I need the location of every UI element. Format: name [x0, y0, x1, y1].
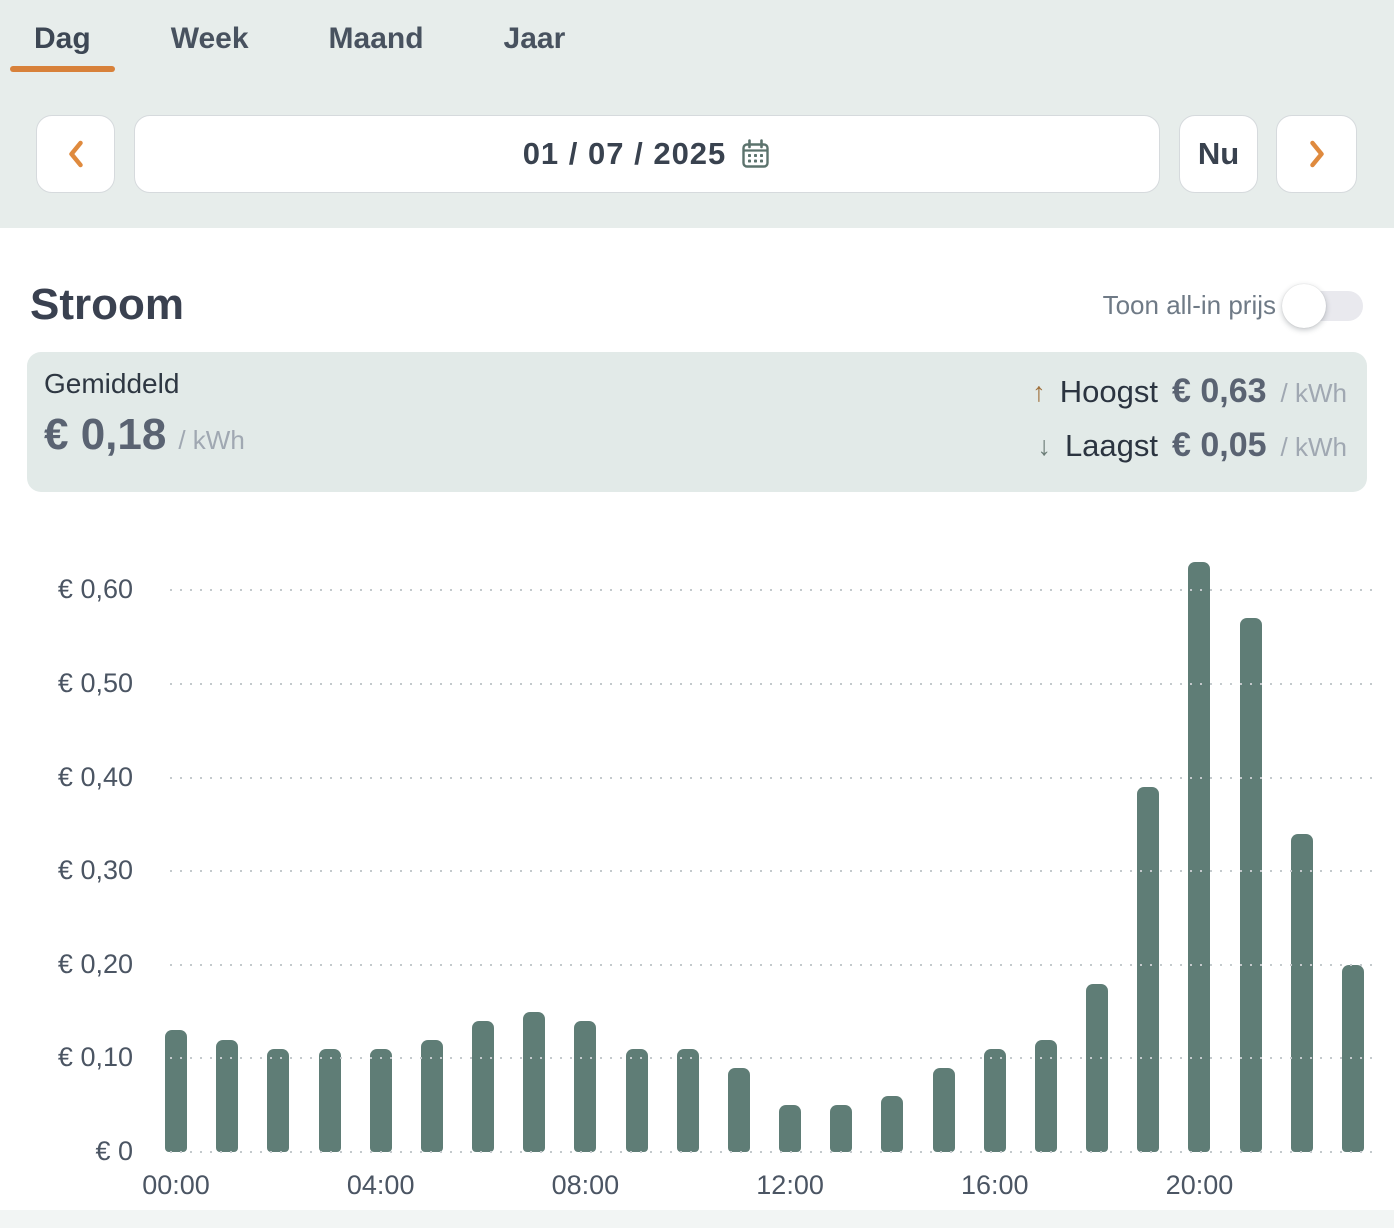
gridline-€0,20	[170, 964, 1380, 966]
lowest-label: Laagst	[1065, 428, 1158, 464]
footer-band	[0, 1210, 1394, 1228]
gridline-€0,40	[170, 777, 1380, 779]
gridline-€0,50	[170, 683, 1380, 685]
bar-08:00[interactable]	[574, 1021, 596, 1152]
average-label: Gemiddeld	[44, 368, 245, 400]
tab-dag[interactable]: Dag	[34, 22, 91, 72]
period-tabs: Dag Week Maand Jaar	[34, 22, 565, 72]
chart-plot	[165, 540, 1364, 1152]
y-axis-tick: € 0	[20, 1136, 133, 1167]
bar-20:00[interactable]	[1188, 562, 1210, 1152]
bar-06:00[interactable]	[472, 1021, 494, 1152]
tab-maand[interactable]: Maand	[329, 22, 424, 72]
x-axis-tick-08:00: 08:00	[552, 1170, 620, 1201]
average-unit: / kWh	[178, 425, 244, 456]
chevron-left-icon	[65, 138, 87, 170]
bar-13:00[interactable]	[830, 1105, 852, 1152]
gridline-€0	[170, 1151, 1380, 1153]
date-field[interactable]: 01 / 07 / 2025	[134, 115, 1160, 193]
page-title: Stroom	[30, 280, 184, 330]
bar-02:00[interactable]	[267, 1049, 289, 1152]
bar-11:00[interactable]	[728, 1068, 750, 1152]
date-value: 01 / 07 / 2025	[523, 136, 727, 172]
y-axis-tick: € 0,50	[20, 668, 133, 699]
highest-label: Hoogst	[1060, 374, 1158, 410]
x-axis-tick-20:00: 20:00	[1166, 1170, 1234, 1201]
now-button[interactable]: Nu	[1179, 115, 1258, 193]
bar-00:00[interactable]	[165, 1030, 187, 1152]
bar-14:00[interactable]	[881, 1096, 903, 1152]
lowest-row: ↓ Laagst € 0,05 / kWh	[1032, 426, 1347, 465]
date-navigation: 01 / 07 / 2025 Nu	[36, 115, 1357, 193]
average-block: Gemiddeld € 0,18 / kWh	[44, 368, 245, 460]
x-axis-tick-04:00: 04:00	[347, 1170, 415, 1201]
x-axis-tick-16:00: 16:00	[961, 1170, 1029, 1201]
bar-22:00[interactable]	[1291, 834, 1313, 1152]
tab-jaar[interactable]: Jaar	[504, 22, 566, 72]
bar-03:00[interactable]	[319, 1049, 341, 1152]
high-low-block: ↑ Hoogst € 0,63 / kWh ↓ Laagst € 0,05 / …	[1032, 372, 1347, 465]
price-bar-chart: € 0 € 0,10 € 0,20 € 0,30 € 0,40 € 0,50 € 0,60 0…	[0, 540, 1394, 1210]
allin-toggle-row: Toon all-in prijs	[1103, 290, 1363, 321]
header: Dag Week Maand Jaar 01 / 07 / 2025	[0, 0, 1394, 228]
next-day-button[interactable]	[1276, 115, 1357, 193]
bar-19:00[interactable]	[1137, 787, 1159, 1152]
x-axis-tick-12:00: 12:00	[756, 1170, 824, 1201]
allin-price-toggle[interactable]	[1293, 291, 1363, 321]
bar-10:00[interactable]	[677, 1049, 699, 1152]
allin-toggle-label: Toon all-in prijs	[1103, 290, 1276, 321]
tab-week[interactable]: Week	[171, 22, 249, 72]
y-axis-tick: € 0,60	[20, 574, 133, 605]
bar-12:00[interactable]	[779, 1105, 801, 1152]
lowest-value: € 0,05	[1172, 426, 1267, 465]
highest-value: € 0,63	[1172, 372, 1267, 411]
calendar-icon	[740, 138, 771, 171]
lowest-unit: / kWh	[1281, 432, 1347, 463]
gridline-€0,30	[170, 870, 1380, 872]
y-axis-tick: € 0,10	[20, 1042, 133, 1073]
gridline-€0,60	[170, 589, 1380, 591]
bar-21:00[interactable]	[1240, 618, 1262, 1152]
y-axis-tick: € 0,40	[20, 762, 133, 793]
arrow-down-icon: ↓	[1037, 431, 1051, 462]
stats-card: Gemiddeld € 0,18 / kWh ↑ Hoogst € 0,63 /…	[27, 352, 1367, 492]
bar-18:00[interactable]	[1086, 984, 1108, 1152]
bar-04:00[interactable]	[370, 1049, 392, 1152]
bar-15:00[interactable]	[933, 1068, 955, 1152]
previous-day-button[interactable]	[36, 115, 115, 193]
highest-unit: / kWh	[1281, 378, 1347, 409]
y-axis-tick: € 0,20	[20, 949, 133, 980]
highest-row: ↑ Hoogst € 0,63 / kWh	[1032, 372, 1347, 411]
bar-09:00[interactable]	[626, 1049, 648, 1152]
toggle-knob	[1282, 284, 1326, 328]
chevron-right-icon	[1306, 138, 1328, 170]
energy-price-app: Dag Week Maand Jaar 01 / 07 / 2025	[0, 0, 1394, 1228]
arrow-up-icon: ↑	[1032, 377, 1046, 408]
x-axis-tick-00:00: 00:00	[142, 1170, 210, 1201]
gridline-€0,10	[170, 1057, 1380, 1059]
bar-07:00[interactable]	[523, 1012, 545, 1152]
average-value: € 0,18	[44, 410, 166, 460]
y-axis-tick: € 0,30	[20, 855, 133, 886]
bar-16:00[interactable]	[984, 1049, 1006, 1152]
